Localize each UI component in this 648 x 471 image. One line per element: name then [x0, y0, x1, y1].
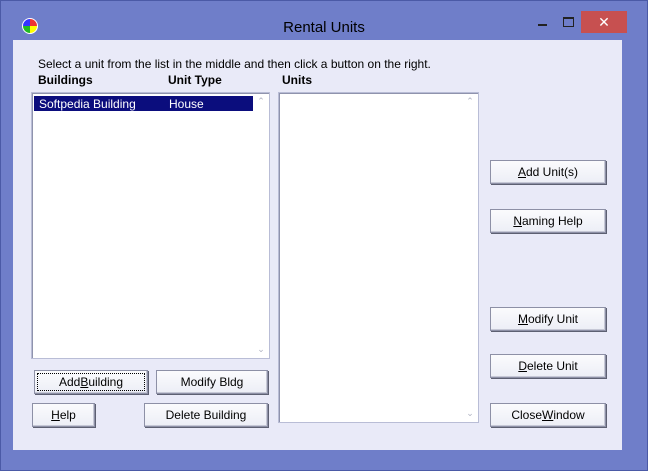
- maximize-button[interactable]: [555, 11, 581, 33]
- units-list[interactable]: ⌃ ⌄: [278, 92, 479, 423]
- buildings-list-item-selected[interactable]: Softpedia Building House: [34, 96, 253, 111]
- delete-unit-button[interactable]: Delete Unit: [490, 354, 606, 378]
- scroll-down-arrow-icon[interactable]: ⌄: [256, 344, 266, 354]
- buildings-header: Buildings: [38, 73, 93, 87]
- btn-text: indow: [553, 408, 585, 422]
- minimize-icon: [537, 24, 547, 26]
- instructions-text: Select a unit from the list in the middl…: [38, 57, 431, 71]
- btn-accel: A: [517, 165, 526, 179]
- modify-unit-button[interactable]: Modify Unit: [490, 307, 606, 331]
- btn-text: dd Unit(s): [526, 165, 579, 179]
- btn-accel: W: [542, 408, 554, 422]
- scroll-down-arrow-icon[interactable]: ⌄: [465, 408, 475, 418]
- btn-text: Modify Bldg: [180, 375, 244, 389]
- building-name: Softpedia Building: [39, 97, 136, 111]
- add-building-button[interactable]: Add Building: [34, 370, 148, 394]
- delete-building-button[interactable]: Delete Building: [144, 403, 268, 427]
- building-unit-type: House: [169, 97, 204, 111]
- btn-accel: M: [517, 312, 528, 326]
- close-window-button[interactable]: Close Window: [490, 403, 606, 427]
- btn-text: Close: [511, 408, 542, 422]
- modify-bldg-button[interactable]: Modify Bldg: [156, 370, 268, 394]
- btn-text: elete Unit: [526, 359, 578, 373]
- rental-units-window: Rental Units ✕ Select a unit from the li…: [0, 0, 648, 471]
- btn-text: Add: [58, 375, 81, 389]
- add-units-button[interactable]: Add Unit(s): [490, 160, 606, 184]
- minimize-button[interactable]: [529, 11, 555, 33]
- title-bar[interactable]: Rental Units ✕: [1, 1, 647, 40]
- btn-text: uilding: [88, 375, 124, 389]
- btn-text: aming Help: [521, 214, 583, 228]
- btn-accel: D: [518, 359, 527, 373]
- scroll-up-arrow-icon[interactable]: ⌃: [465, 96, 475, 106]
- help-button[interactable]: Help: [32, 403, 95, 427]
- units-header: Units: [282, 73, 312, 87]
- naming-help-button[interactable]: Naming Help: [490, 209, 606, 233]
- btn-accel: H: [51, 408, 60, 422]
- scroll-up-arrow-icon[interactable]: ⌃: [256, 96, 266, 106]
- unit-type-header: Unit Type: [168, 73, 222, 87]
- btn-accel: B: [80, 375, 89, 389]
- close-icon: ✕: [598, 13, 610, 30]
- buildings-list[interactable]: Softpedia Building House ⌃ ⌄: [31, 92, 270, 359]
- btn-text: odify Unit: [527, 312, 579, 326]
- close-button[interactable]: ✕: [581, 11, 627, 33]
- btn-accel: N: [513, 214, 522, 228]
- client-area: Select a unit from the list in the middl…: [13, 40, 622, 450]
- btn-text: elp: [59, 408, 76, 422]
- btn-text: Delete Building: [165, 408, 247, 422]
- maximize-icon: [562, 17, 574, 27]
